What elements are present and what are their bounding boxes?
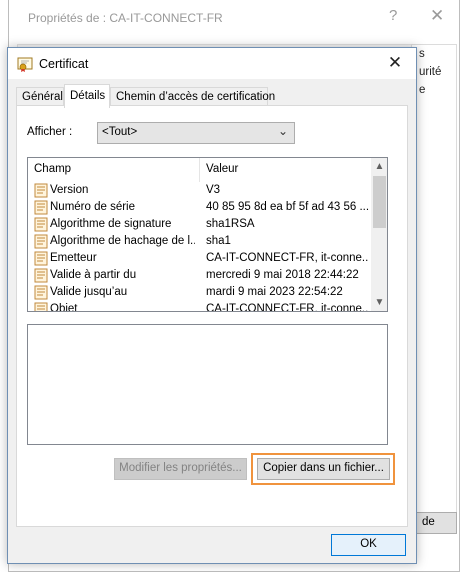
field-icon [34,285,48,300]
copy-to-file-button[interactable]: Copier dans un fichier... [257,458,390,480]
show-dropdown[interactable]: <Tout> ⌄ [97,122,295,144]
field-value: CA-IT-CONNECT-FR, it-conne... [206,303,369,312]
field-value: V3 [206,184,221,196]
field-icon [34,200,48,215]
table-row[interactable]: Numéro de série 40 85 95 8d ea bf 5f ad … [28,199,371,216]
background-content-panel [411,44,457,514]
table-row[interactable]: Objet CA-IT-CONNECT-FR, it-conne... [28,301,371,312]
field-name: Émetteur [50,252,97,264]
background-dialog-title: Propriétés de : CA-IT-CONNECT-FR [28,11,223,25]
help-button[interactable]: ? [389,7,397,24]
field-detail-box[interactable] [27,324,388,445]
field-icon [34,234,48,249]
table-row[interactable]: Algorithme de signature sha1RSA [28,216,371,233]
field-name: Algorithme de signature [50,218,172,230]
field-icon [34,268,48,283]
certificate-icon [17,57,33,72]
field-name: Objet [50,303,78,312]
background-close-button[interactable]: ✕ [430,6,444,26]
field-value: sha1RSA [206,218,255,230]
field-name: Version [50,184,89,196]
show-dropdown-value: <Tout> [102,126,138,138]
background-titlebar: Propriétés de : CA-IT-CONNECT-FR ? ✕ [9,0,459,38]
field-value: mercredi 9 mai 2018 22:44:22 [206,269,359,281]
certificate-dialog-title: Certificat [39,57,89,71]
edit-properties-button[interactable]: Modifier les propriétés... [114,458,247,480]
field-value: 40 85 95 8d ea bf 5f ad 43 56 ... [206,201,369,213]
scroll-up-icon[interactable]: ▲ [371,158,387,175]
certificate-titlebar: Certificat ✕ [8,48,416,79]
scroll-down-icon[interactable]: ▼ [371,294,387,311]
background-button[interactable]: de [411,512,457,534]
ok-button[interactable]: OK [331,534,406,556]
table-row[interactable]: Valide à partir du mercredi 9 mai 2018 2… [28,267,371,284]
certificate-dialog: Certificat ✕ Général Détails Chemin d’ac… [7,47,417,564]
show-label: Afficher : [27,126,73,138]
table-row[interactable]: Version V3 [28,182,371,199]
column-header-field[interactable]: Champ [28,158,200,182]
table-row[interactable]: Algorithme de hachage de l... sha1 [28,233,371,250]
field-value: mardi 9 mai 2023 22:54:22 [206,286,343,298]
chevron-down-icon: ⌄ [277,124,288,138]
fields-list[interactable]: Champ Valeur Version V3 Numéro de série … [27,157,388,312]
field-icon [34,183,48,198]
background-text-fragment: e [419,84,426,96]
scrollbar-thumb[interactable] [373,176,386,228]
field-value: sha1 [206,235,231,247]
column-header-value[interactable]: Valeur [200,158,371,182]
field-name: Valide à partir du [50,269,137,281]
background-text-fragment: s [419,48,425,60]
field-name: Algorithme de hachage de l... [50,235,195,247]
field-value: CA-IT-CONNECT-FR, it-conne... [206,252,369,264]
close-icon[interactable]: ✕ [380,51,410,75]
field-name: Valide jusqu’au [50,286,128,298]
field-name: Numéro de série [50,201,136,213]
table-row[interactable]: Émetteur CA-IT-CONNECT-FR, it-conne... [28,250,371,267]
tab-details[interactable]: Détails [64,84,110,108]
background-text-fragment: urité [419,66,442,78]
field-icon [34,251,48,266]
details-tab-panel: Afficher : <Tout> ⌄ Champ Valeur Version… [16,105,408,527]
vertical-scrollbar[interactable]: ▲ ▼ [371,158,387,311]
field-icon [34,302,48,311]
field-icon [34,217,48,232]
table-row[interactable]: Valide jusqu’au mardi 9 mai 2023 22:54:2… [28,284,371,301]
list-header: Champ Valeur [28,158,371,182]
